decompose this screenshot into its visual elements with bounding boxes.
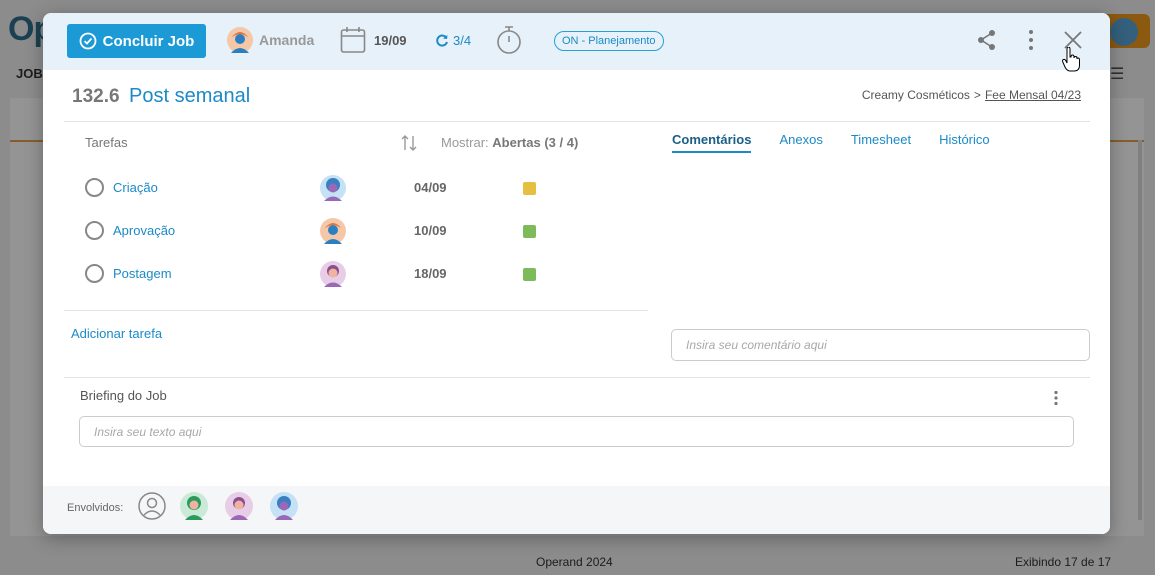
task-date: 18/09 bbox=[414, 266, 447, 281]
divider bbox=[64, 377, 1090, 378]
share-icon[interactable] bbox=[977, 29, 997, 51]
tab-history[interactable]: Histórico bbox=[939, 132, 990, 153]
add-involved-user-icon[interactable] bbox=[138, 492, 166, 520]
add-task-link[interactable]: Adicionar tarefa bbox=[71, 326, 162, 341]
job-owner[interactable]: Amanda bbox=[227, 27, 314, 53]
task-assignee-avatar bbox=[320, 261, 346, 287]
breadcrumb-client: Creamy Cosméticos bbox=[861, 88, 970, 102]
task-assignee-avatar bbox=[320, 218, 346, 244]
job-id: 132.6 bbox=[72, 86, 120, 107]
recurrence[interactable]: 3/4 bbox=[435, 33, 471, 48]
divider bbox=[64, 310, 648, 311]
involved-user-avatar[interactable] bbox=[270, 492, 298, 520]
task-date: 10/09 bbox=[414, 223, 447, 238]
breadcrumb-separator: > bbox=[973, 88, 981, 102]
involved-user-avatar[interactable] bbox=[180, 492, 208, 520]
check-circle-icon bbox=[79, 32, 97, 50]
show-filter[interactable]: Mostrar: Abertas (3 / 4) bbox=[441, 135, 578, 150]
comment-input[interactable] bbox=[671, 329, 1090, 361]
task-name[interactable]: Aprovação bbox=[113, 223, 175, 238]
task-checkbox[interactable] bbox=[85, 178, 104, 197]
refresh-icon bbox=[436, 34, 448, 46]
more-vertical-icon[interactable] bbox=[1027, 29, 1035, 51]
task-row[interactable]: Aprovação 10/09 bbox=[85, 218, 545, 244]
conclude-job-button[interactable]: Concluir Job bbox=[67, 24, 206, 58]
sort-icon[interactable] bbox=[401, 134, 417, 152]
task-priority-indicator bbox=[523, 225, 536, 238]
show-filter-label: Mostrar: bbox=[441, 135, 489, 150]
task-checkbox[interactable] bbox=[85, 221, 104, 240]
involved-user-avatar[interactable] bbox=[225, 492, 253, 520]
recurrence-value: 3/4 bbox=[453, 33, 472, 48]
task-row[interactable]: Postagem 18/09 bbox=[85, 261, 545, 287]
hand-cursor-icon bbox=[1062, 47, 1080, 72]
briefing-title: Briefing do Job bbox=[80, 388, 167, 403]
breadcrumb-contract-link[interactable]: Fee Mensal 04/23 bbox=[985, 88, 1081, 102]
side-tabs: Comentários Anexos Timesheet Histórico bbox=[672, 132, 990, 153]
divider bbox=[64, 121, 1090, 122]
breadcrumb: Creamy Cosméticos > Fee Mensal 04/23 bbox=[862, 88, 1081, 102]
owner-avatar bbox=[227, 27, 253, 53]
briefing-input[interactable] bbox=[79, 416, 1074, 447]
tab-timesheet[interactable]: Timesheet bbox=[851, 132, 911, 153]
briefing-more-icon[interactable] bbox=[1053, 390, 1059, 406]
show-filter-value: Abertas (3 / 4) bbox=[492, 135, 579, 150]
job-modal: Concluir Job Amanda 19/09 3/4 ON - Plane… bbox=[43, 13, 1110, 534]
tab-comments[interactable]: Comentários bbox=[672, 132, 752, 153]
task-priority-indicator bbox=[523, 268, 536, 281]
involved-label: Envolvidos: bbox=[67, 502, 124, 514]
tab-attachments[interactable]: Anexos bbox=[779, 132, 822, 153]
task-date: 04/09 bbox=[414, 180, 447, 195]
owner-name: Amanda bbox=[259, 32, 315, 48]
task-checkbox[interactable] bbox=[85, 264, 104, 283]
conclude-job-label: Concluir Job bbox=[102, 32, 195, 50]
calendar-icon bbox=[340, 27, 366, 53]
task-priority-indicator bbox=[523, 182, 536, 195]
stopwatch-icon[interactable] bbox=[495, 24, 523, 56]
task-name[interactable]: Postagem bbox=[113, 266, 172, 281]
modal-header: Concluir Job Amanda 19/09 3/4 ON - Plane… bbox=[43, 13, 1110, 72]
task-row[interactable]: Criação 04/09 bbox=[85, 175, 545, 201]
status-badge[interactable]: ON - Planejamento bbox=[554, 31, 664, 51]
task-name[interactable]: Criação bbox=[113, 180, 158, 195]
task-assignee-avatar bbox=[320, 175, 346, 201]
due-date-value: 19/09 bbox=[374, 32, 407, 48]
due-date[interactable]: 19/09 bbox=[340, 26, 407, 54]
tasks-header: Tarefas bbox=[85, 135, 128, 150]
job-title[interactable]: Post semanal bbox=[129, 85, 250, 108]
